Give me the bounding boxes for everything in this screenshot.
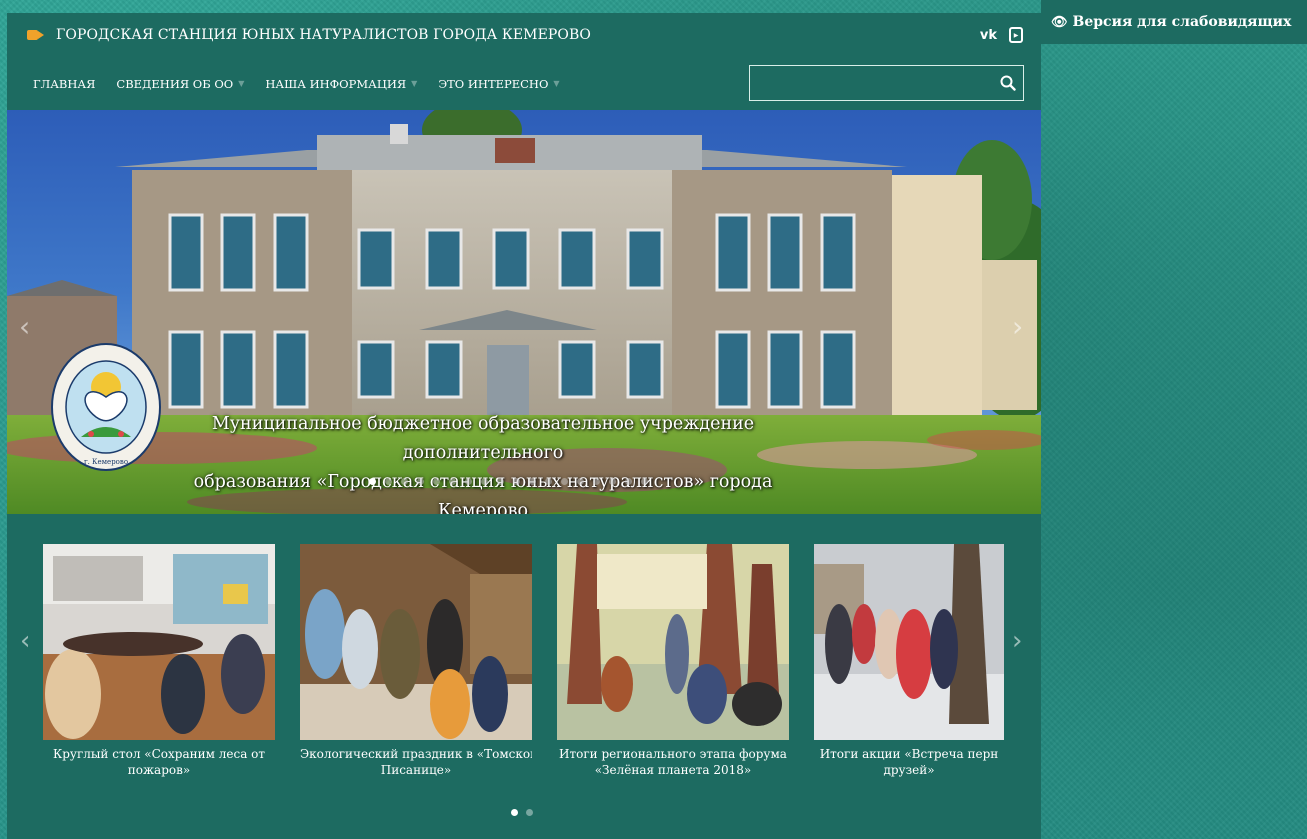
pagination-dot[interactable] (609, 478, 616, 485)
pagination-dot[interactable] (385, 478, 392, 485)
nav-item-about[interactable]: СВЕДЕНИЯ ОБ ОО ▼ (116, 77, 244, 91)
news-carousel: ‹ Круглый стол «Сохраним леса от пожаров… (7, 514, 1041, 839)
news-card-image[interactable] (43, 544, 275, 740)
hero-next-arrow-icon[interactable]: › (1012, 310, 1023, 343)
youtube-icon[interactable]: ▶ (1009, 27, 1023, 43)
pagination-dot[interactable] (625, 478, 632, 485)
news-card-title-line2: «Зелёная планета 2018» (594, 763, 752, 777)
chevron-down-icon: ▼ (411, 79, 418, 88)
pagination-dot[interactable] (369, 478, 376, 485)
news-card[interactable]: Итоги регионального этапа форума «Зелёна… (557, 544, 789, 778)
news-card-title-line2: друзей» (883, 763, 935, 777)
pagination-dot[interactable] (577, 478, 584, 485)
pagination-dot[interactable] (526, 809, 533, 816)
news-card[interactable]: Круглый стол «Сохраним леса от пожаров» (43, 544, 275, 778)
video-camera-icon (27, 29, 44, 41)
hero-caption: Муниципальное бюджетное образовательное … (177, 410, 789, 514)
site-title[interactable]: ГОРОДСКАЯ СТАНЦИЯ ЮНЫХ НАТУРАЛИСТОВ ГОРО… (56, 27, 591, 43)
hero-pagination (369, 478, 648, 485)
nav-item-label: НАША ИНФОРМАЦИЯ (265, 76, 407, 91)
news-card-image[interactable] (814, 544, 1004, 740)
chevron-down-icon: ▼ (238, 79, 245, 88)
search-input[interactable] (750, 66, 993, 100)
nav-item-home[interactable]: ГЛАВНАЯ (33, 77, 95, 91)
low-vision-version-button[interactable]: 👁 Версия для слабовидящих (1041, 0, 1307, 44)
site-container: ГОРОДСКАЯ СТАНЦИЯ ЮНЫХ НАТУРАЛИСТОВ ГОРО… (7, 13, 1041, 839)
pagination-dot[interactable] (417, 478, 424, 485)
top-bar: ГОРОДСКАЯ СТАНЦИЯ ЮНЫХ НАТУРАЛИСТОВ ГОРО… (7, 13, 1041, 57)
pagination-dot[interactable] (497, 478, 504, 485)
social-links: vk ▶ (980, 27, 1023, 43)
nav-item-our-info[interactable]: НАША ИНФОРМАЦИЯ ▼ (265, 77, 417, 91)
station-logo[interactable]: г. Кемерово (51, 342, 165, 474)
news-prev-arrow-icon[interactable]: ‹ (20, 626, 30, 656)
pagination-dot[interactable] (641, 478, 648, 485)
nav-item-label: ГЛАВНАЯ (33, 76, 96, 91)
svg-text:г. Кемерово: г. Кемерово (84, 458, 128, 466)
hero-caption-line2: образования «Городская станция юных нату… (193, 472, 773, 514)
pagination-dot[interactable] (449, 478, 456, 485)
pagination-dot[interactable] (545, 478, 552, 485)
search-box (749, 65, 1024, 101)
news-card-title-line2: Писанице» (380, 763, 452, 777)
news-card-title-line1: Экологический праздник в «Томской (300, 747, 532, 761)
pagination-dot[interactable] (513, 478, 520, 485)
news-card-title-line1: Итоги регионального этапа форума (559, 747, 787, 761)
pagination-dot[interactable] (529, 478, 536, 485)
pagination-dot[interactable] (593, 478, 600, 485)
news-card-title-line1: Круглый стол «Сохраним леса от (52, 747, 266, 761)
pagination-dot[interactable] (433, 478, 440, 485)
hero-prev-arrow-icon[interactable]: ‹ (19, 310, 30, 343)
pagination-dot[interactable] (465, 478, 472, 485)
hero-slider: г. Кемерово Муниципальное бюджетное обра… (7, 110, 1041, 514)
main-nav: ГЛАВНАЯ СВЕДЕНИЯ ОБ ОО ▼ НАША ИНФОРМАЦИЯ… (7, 57, 1041, 110)
news-card-image[interactable] (300, 544, 532, 740)
news-card-title-line1: Итоги акции «Встреча перн (819, 747, 999, 761)
news-card-title-line2: пожаров» (127, 763, 191, 777)
nav-item-label: ЭТО ИНТЕРЕСНО (438, 76, 549, 91)
chevron-down-icon: ▼ (553, 79, 560, 88)
nav-item-label: СВЕДЕНИЯ ОБ ОО (116, 76, 234, 91)
hero-caption-line1: Муниципальное бюджетное образовательное … (211, 414, 755, 463)
news-next-arrow-icon[interactable]: › (1012, 626, 1022, 656)
pagination-dot[interactable] (481, 478, 488, 485)
low-vision-version-label: Версия для слабовидящих (1072, 14, 1292, 30)
pagination-dot[interactable] (511, 809, 518, 816)
news-pagination (511, 809, 533, 816)
eye-icon: 👁 (1051, 14, 1068, 30)
pagination-dot[interactable] (401, 478, 408, 485)
news-card[interactable]: Итоги акции «Встреча перн друзей» (814, 544, 1004, 778)
news-card-image[interactable] (557, 544, 789, 740)
news-card[interactable]: Экологический праздник в «Томской Писани… (300, 544, 532, 778)
search-icon[interactable] (993, 66, 1023, 100)
vk-icon[interactable]: vk (980, 28, 997, 43)
nav-item-interesting[interactable]: ЭТО ИНТЕРЕСНО ▼ (438, 77, 559, 91)
pagination-dot[interactable] (561, 478, 568, 485)
